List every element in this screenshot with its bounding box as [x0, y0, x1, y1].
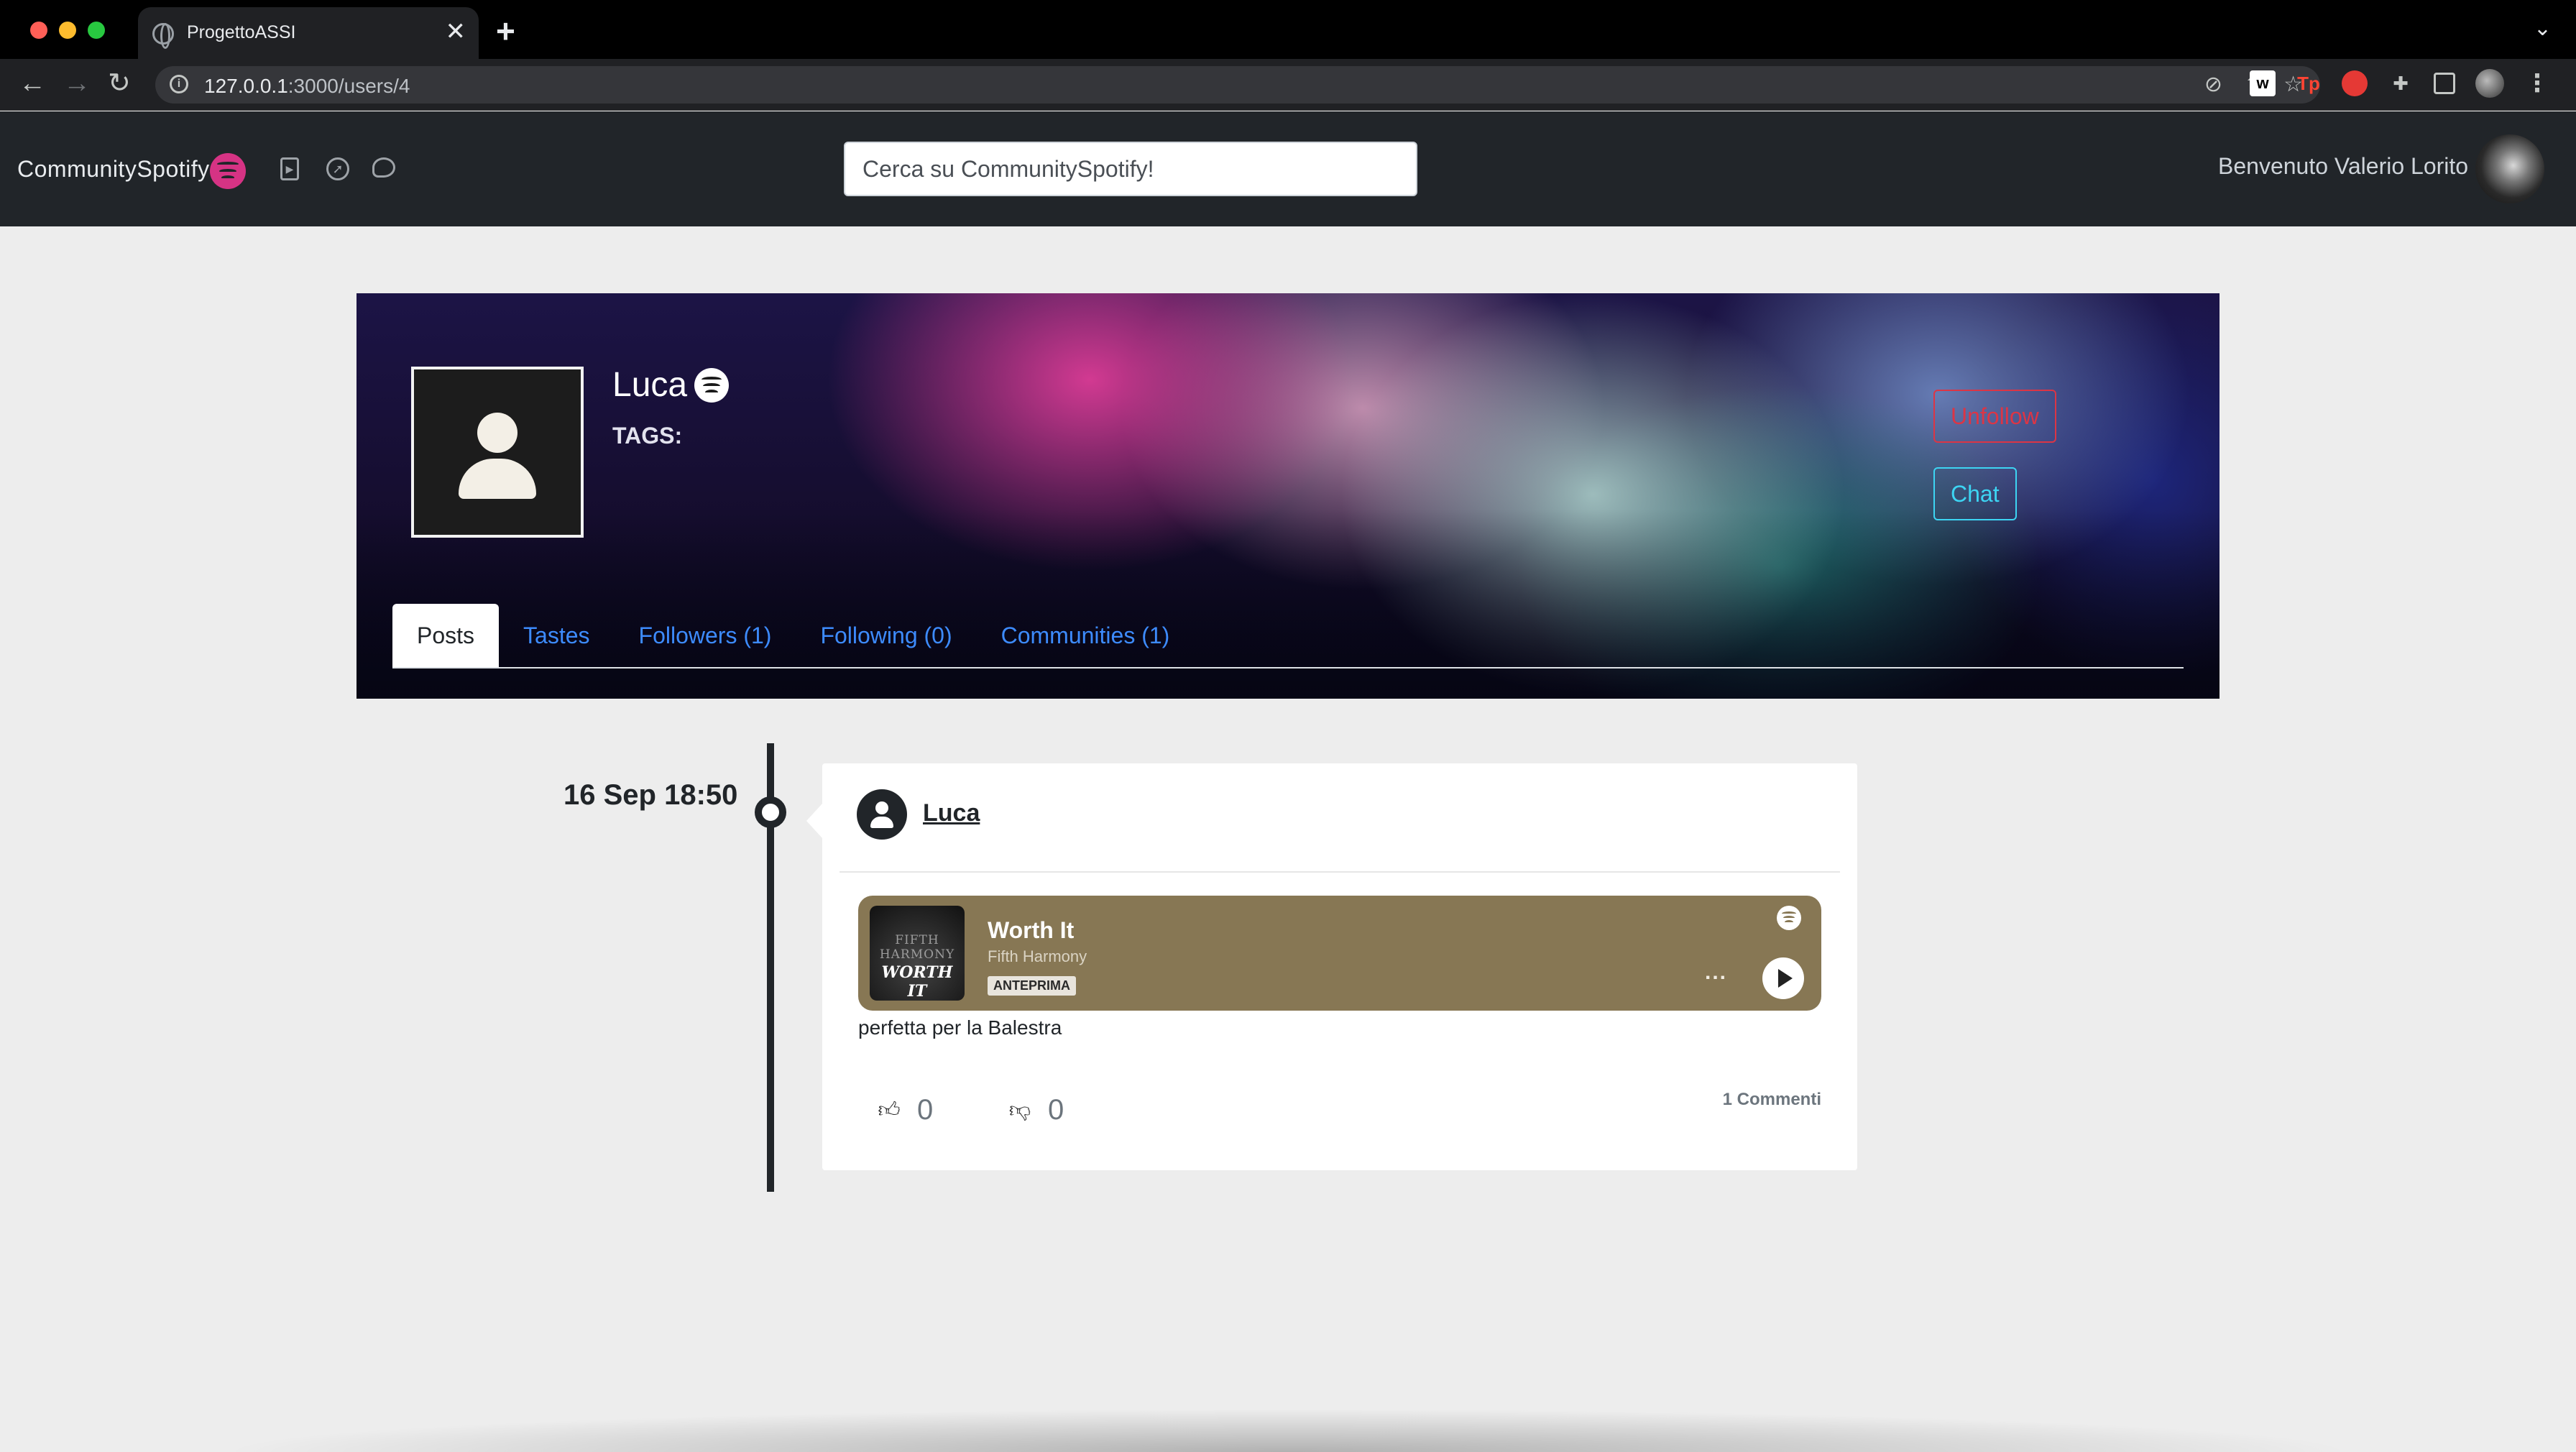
spotify-embed[interactable]: FIFTH HARMONY WORTH IT Worth It Fifth Ha…: [858, 896, 1821, 1011]
profile-header: Luca TAGS: Unfollow Chat Posts Tastes Fo…: [356, 293, 2220, 699]
profile-name: Luca: [612, 366, 688, 404]
person-icon: [477, 413, 518, 453]
extension-tp-icon[interactable]: Tp: [2296, 70, 2322, 96]
like-count: 0: [917, 1094, 934, 1126]
footer-shadow: [216, 1409, 2360, 1452]
window-minimize-button[interactable]: [59, 22, 76, 39]
browser-tab-bar: ProgettoASSI ✕ + ⌄: [0, 0, 2576, 59]
url-path: :3000/users/4: [288, 75, 410, 97]
album-cover: FIFTH HARMONY WORTH IT: [870, 906, 965, 1001]
window-zoom-button[interactable]: [88, 22, 105, 39]
close-tab-icon[interactable]: ✕: [446, 17, 466, 46]
tab-posts[interactable]: Posts: [392, 604, 500, 667]
tab-tastes[interactable]: Tastes: [499, 604, 614, 667]
url-text[interactable]: 127.0.0.1:3000/users/4: [204, 75, 410, 98]
extension-shield-icon[interactable]: [2342, 70, 2368, 96]
tab-communities[interactable]: Communities (1): [977, 604, 1195, 667]
url-host: 127.0.0.1: [204, 75, 288, 97]
profile-avatar: [411, 367, 584, 538]
user-avatar[interactable]: [2475, 134, 2544, 203]
search-input[interactable]: [844, 142, 1417, 196]
spotify-logo-icon[interactable]: [210, 153, 246, 189]
spotify-icon[interactable]: [1777, 906, 1801, 930]
forward-arrow-icon[interactable]: →: [63, 68, 91, 99]
new-tab-button[interactable]: +: [496, 13, 515, 49]
tab-followers[interactable]: Followers (1): [615, 604, 796, 667]
thumbs-up-icon[interactable]: 👍︎: [877, 1098, 901, 1124]
person-icon-body: [459, 459, 536, 499]
welcome-text: Benvenuto Valerio Lorito: [2218, 153, 2469, 179]
music-file-icon[interactable]: ▶: [280, 157, 299, 180]
more-options-icon[interactable]: ...: [1705, 960, 1727, 985]
eye-slash-icon[interactable]: ⊘: [2204, 72, 2222, 97]
track-title[interactable]: Worth It: [988, 917, 1074, 944]
post-author-link[interactable]: Luca: [923, 799, 980, 827]
divider: [840, 871, 1840, 873]
post-text: perfetta per la Balestra: [858, 1016, 1062, 1039]
side-panel-icon[interactable]: [2434, 73, 2455, 94]
like-button[interactable]: 👍︎ 0: [877, 1094, 933, 1126]
app-navbar: CommunitySpotify ▶ ➚ Benvenuto Valerio L…: [0, 111, 2576, 226]
thumbs-down-icon[interactable]: 👎︎: [1008, 1098, 1032, 1124]
tab-search-chevron-icon[interactable]: ⌄: [2534, 16, 2552, 41]
window-close-button[interactable]: [30, 22, 47, 39]
browser-tab[interactable]: ProgettoASSI ✕: [138, 7, 479, 59]
tab-following[interactable]: Following (0): [796, 604, 976, 667]
chat-bubble-icon[interactable]: [372, 157, 395, 178]
compass-icon[interactable]: ➚: [326, 157, 349, 180]
globe-icon: [152, 23, 174, 49]
site-info-icon[interactable]: i: [170, 75, 188, 93]
spotify-icon[interactable]: [694, 368, 729, 403]
post-date: 16 Sep 18:50: [564, 779, 738, 811]
tags-label: TAGS:: [612, 423, 683, 449]
kebab-menu-icon[interactable]: ⋮: [2524, 70, 2550, 96]
profile-tabs: Posts Tastes Followers (1) Following (0)…: [392, 604, 2184, 668]
author-avatar-icon: [857, 789, 907, 840]
preview-badge: ANTEPRIMA: [988, 976, 1076, 996]
chat-button[interactable]: Chat: [1933, 467, 2017, 520]
address-bar[interactable]: i 127.0.0.1:3000/users/4 ⊘ ⇪ ☆: [155, 66, 2320, 104]
tab-title: ProgettoASSI: [187, 22, 296, 42]
dislike-count: 0: [1048, 1094, 1064, 1126]
cover-title-text: WORTH IT: [881, 963, 953, 1001]
browser-profile-avatar[interactable]: [2475, 69, 2504, 98]
dislike-button[interactable]: 👎︎ 0: [1008, 1094, 1064, 1126]
back-arrow-icon[interactable]: ←: [19, 68, 46, 99]
timeline-dot: [755, 796, 786, 828]
post-card: Luca FIFTH HARMONY WORTH IT Worth It Fif…: [806, 763, 1857, 1170]
track-artist[interactable]: Fifth Harmony: [988, 947, 1087, 966]
extension-w-icon[interactable]: w: [2250, 70, 2276, 96]
play-button[interactable]: [1762, 957, 1804, 999]
brand-name[interactable]: CommunitySpotify: [17, 156, 210, 183]
extensions-area: w Tp ✚ ⋮: [2250, 69, 2550, 98]
unfollow-button[interactable]: Unfollow: [1933, 390, 2056, 443]
reload-icon[interactable]: ↻: [108, 68, 131, 99]
cover-artist-text: FIFTH HARMONY: [879, 933, 955, 962]
puzzle-icon[interactable]: ✚: [2388, 70, 2414, 96]
comments-link[interactable]: 1 Commenti: [1723, 1090, 1821, 1110]
browser-toolbar: ← → ↻ i 127.0.0.1:3000/users/4 ⊘ ⇪ ☆: [0, 59, 2576, 111]
